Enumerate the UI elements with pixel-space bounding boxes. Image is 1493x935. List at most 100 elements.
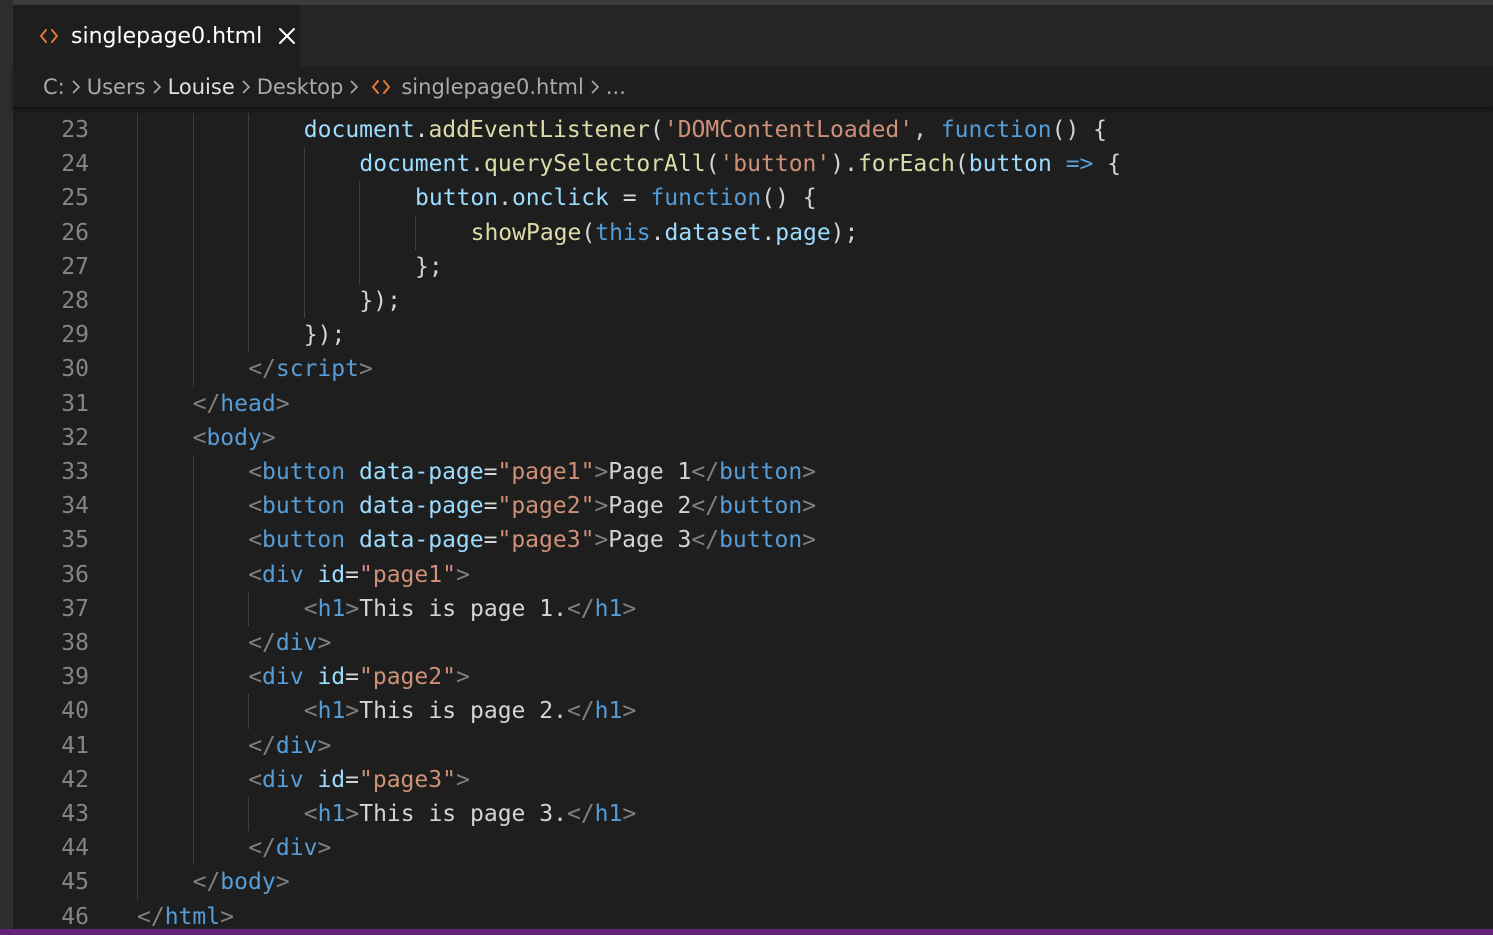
code-token: ( bbox=[650, 117, 664, 143]
code-token: > bbox=[275, 869, 290, 896]
code-line[interactable]: 33 <button data-page="page1">Page 1</butt… bbox=[13, 455, 1493, 489]
breadcrumb-drive[interactable]: C: bbox=[43, 75, 65, 99]
code-text: </html> bbox=[137, 900, 234, 930]
indent-guide bbox=[137, 147, 138, 182]
code-token: => bbox=[1065, 151, 1094, 178]
code-token: () { bbox=[1051, 117, 1107, 143]
indent-guide bbox=[137, 660, 138, 695]
indent-guide bbox=[248, 215, 250, 250]
indent-guide bbox=[137, 420, 138, 455]
code-line[interactable]: 29}); bbox=[13, 318, 1493, 352]
code-line[interactable]: 40 <h1>This is page 2.</h1> bbox=[13, 694, 1493, 728]
code-token: </ bbox=[691, 459, 720, 485]
code-token: > bbox=[317, 835, 332, 862]
code-text: <body> bbox=[193, 421, 276, 455]
code-token: div bbox=[275, 630, 318, 656]
code-text: <div id="page3"> bbox=[248, 763, 470, 797]
breadcrumb-file[interactable]: singlepage0.html bbox=[401, 75, 584, 99]
code-line[interactable]: 31 </head> bbox=[13, 387, 1493, 421]
chevron-right-icon bbox=[343, 79, 365, 95]
code-token: Page 3 bbox=[608, 527, 692, 554]
code-file-icon bbox=[371, 79, 391, 95]
indent-guide bbox=[137, 352, 138, 387]
indent-guide bbox=[248, 113, 250, 148]
indent-guide bbox=[359, 215, 361, 250]
code-line[interactable]: 43 <h1>This is page 3.</h1> bbox=[13, 797, 1493, 831]
code-line[interactable]: 44 </div> bbox=[13, 831, 1493, 865]
code-token: > bbox=[317, 630, 332, 656]
code-token: h1 bbox=[594, 595, 623, 622]
code-token: ). bbox=[830, 151, 858, 178]
line-number: 36 bbox=[61, 561, 89, 588]
breadcrumb-more[interactable]: ... bbox=[606, 75, 626, 99]
code-text: </script> bbox=[248, 352, 373, 386]
code-line[interactable]: 38 </div> bbox=[13, 626, 1493, 660]
code-token: = bbox=[345, 561, 360, 588]
code-text: <button data-page="page3">Page 3</button… bbox=[248, 523, 816, 557]
code-text: button.onclick = function() { bbox=[415, 181, 817, 215]
code-token: id bbox=[317, 664, 346, 691]
line-number: 31 bbox=[61, 390, 89, 417]
code-line[interactable]: 35 <button data-page="page3">Page 3</butt… bbox=[13, 523, 1493, 557]
code-token: div bbox=[275, 835, 318, 862]
code-line[interactable]: 46 </html> bbox=[13, 900, 1493, 930]
indent-guide bbox=[137, 284, 138, 319]
indent-guide bbox=[303, 147, 305, 182]
code-token: > bbox=[594, 459, 609, 485]
line-number: 42 bbox=[61, 766, 89, 793]
indent-guide bbox=[137, 626, 138, 661]
breadcrumb-desktop[interactable]: Desktop bbox=[257, 75, 344, 99]
code-token: </ bbox=[192, 390, 221, 417]
code-line[interactable]: 39 <div id="page2"> bbox=[13, 660, 1493, 694]
code-token: querySelectorAll bbox=[484, 151, 706, 178]
code-line[interactable]: 42 <div id="page3"> bbox=[13, 763, 1493, 797]
code-token: > bbox=[345, 595, 360, 622]
code-token: This is page 1. bbox=[359, 595, 567, 622]
indent-guide bbox=[192, 591, 194, 626]
code-line[interactable]: 24 document.querySelectorAll('button').fo… bbox=[13, 147, 1493, 181]
indent-guide bbox=[192, 147, 194, 182]
code-token: > bbox=[622, 595, 637, 622]
code-line[interactable]: 34 <button data-page="page2">Page 2</butt… bbox=[13, 489, 1493, 523]
line-number: 32 bbox=[61, 424, 89, 451]
code-token: head bbox=[220, 390, 276, 417]
code-line[interactable]: 26 showPage(this.dataset.page); bbox=[13, 216, 1493, 250]
code-line[interactable]: 23 document.addEventListener('DOMContentL… bbox=[13, 113, 1493, 147]
code-line[interactable]: 32 <body> bbox=[13, 421, 1493, 455]
code-token: . bbox=[498, 185, 512, 212]
code-token: div bbox=[262, 766, 304, 793]
indent-guide bbox=[137, 489, 138, 524]
code-token: = bbox=[345, 766, 360, 793]
code-text: <h1>This is page 1.</h1> bbox=[304, 592, 636, 626]
code-line[interactable]: 37 <h1>This is page 1.</h1> bbox=[13, 592, 1493, 626]
code-line[interactable]: 25 button.onclick = function() { bbox=[13, 181, 1493, 215]
indent-guide bbox=[137, 797, 138, 832]
code-line[interactable]: 30 </script> bbox=[13, 352, 1493, 386]
code-editor[interactable]: 23 document.addEventListener('DOMContentL… bbox=[13, 107, 1493, 930]
line-number: 35 bbox=[61, 527, 89, 554]
code-token: > bbox=[594, 527, 609, 554]
code-token: > bbox=[345, 801, 360, 827]
indent-guide bbox=[137, 249, 138, 284]
code-line[interactable]: 41 </div> bbox=[13, 729, 1493, 763]
indent-guide bbox=[192, 694, 194, 729]
code-token: 'button' bbox=[719, 151, 831, 178]
code-line[interactable]: 28}); bbox=[13, 284, 1493, 318]
indent-guide bbox=[192, 660, 194, 695]
indent-guide bbox=[137, 386, 138, 421]
code-token: </ bbox=[248, 732, 276, 759]
breadcrumb-users[interactable]: Users bbox=[87, 75, 146, 99]
line-number: 34 bbox=[61, 493, 89, 520]
code-line[interactable]: 36 <div id="page1"> bbox=[13, 558, 1493, 592]
code-text: showPage(this.dataset.page); bbox=[471, 216, 859, 250]
close-icon[interactable] bbox=[278, 27, 296, 45]
code-line[interactable]: 45 </body> bbox=[13, 865, 1493, 899]
editor-tab[interactable]: singlepage0.html bbox=[13, 5, 300, 67]
code-token: . bbox=[470, 151, 485, 178]
code-token: div bbox=[262, 664, 304, 691]
code-token: = bbox=[608, 185, 651, 212]
breadcrumb-louise[interactable]: Louise bbox=[168, 75, 235, 99]
code-line[interactable]: 27}; bbox=[13, 250, 1493, 284]
